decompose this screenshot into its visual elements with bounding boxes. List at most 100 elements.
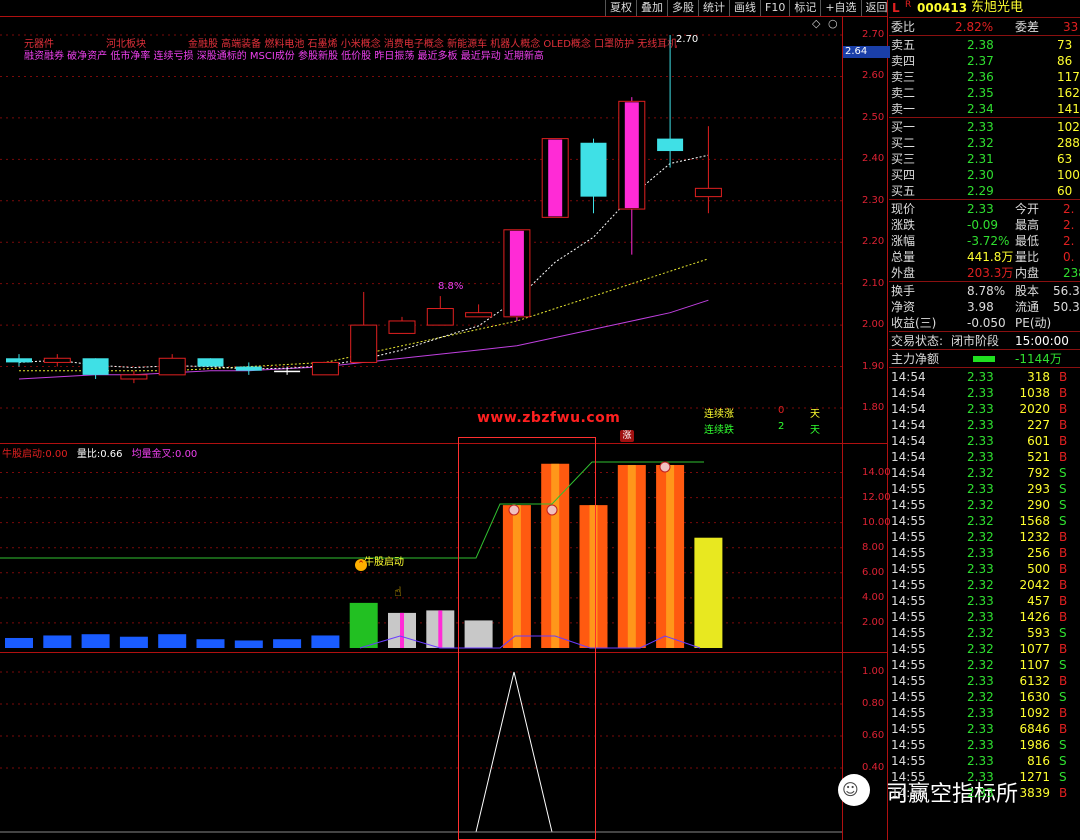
tick-row: 14:55 2.33 6132 B — [889, 673, 1080, 689]
tick-price: 2.33 — [967, 674, 994, 688]
stat-label: 最低 — [1015, 234, 1040, 248]
stats2-row: 净资 3.98 流通 50.3 — [889, 299, 1080, 315]
tick-volume: 1232 — [1019, 530, 1050, 544]
current-price-tag: 2.64 — [843, 46, 890, 58]
bid-row: 买二 2.32 288 — [889, 135, 1080, 151]
panel-separator — [889, 349, 1080, 350]
tick-price: 2.33 — [967, 450, 994, 464]
tick-direction: S — [1059, 658, 1067, 672]
circle-icon[interactable]: ○ — [828, 17, 838, 30]
volume-bar-shine — [627, 465, 636, 648]
volume-bar — [119, 636, 148, 648]
indicator-header: 牛股启动:0.00 量比:0.66 均量金叉:0.00 — [2, 445, 197, 460]
high-price-label: 2.70 — [676, 34, 699, 45]
tick-row: 14:54 2.33 2020 B — [889, 401, 1080, 417]
tick-price: 2.32 — [967, 466, 994, 480]
r-icon: R — [905, 0, 912, 10]
tick-row: 14:54 2.33 1038 B — [889, 385, 1080, 401]
tick-time: 14:55 — [891, 514, 926, 528]
ask-volume: 86 — [1057, 54, 1073, 68]
tick-volume: 227 — [1027, 418, 1050, 432]
junliang-value: 0.00 — [175, 449, 198, 460]
bid-label: 买四 — [891, 168, 916, 182]
volume-tick: 2.00 — [862, 616, 885, 628]
ask-label: 卖五 — [891, 38, 916, 52]
ask-row: 卖二 2.35 162 — [889, 85, 1080, 101]
tick-price: 2.33 — [967, 418, 994, 432]
streak-up-value: 0 — [778, 405, 785, 416]
tick-price: 2.33 — [967, 434, 994, 448]
lower-tick: 0.40 — [862, 762, 885, 773]
price-chart — [0, 34, 842, 833]
stat-label: 股本 — [1015, 284, 1040, 298]
tick-volume: 6846 — [1019, 722, 1050, 736]
candle-body — [509, 230, 524, 316]
stat-value: -3.72% — [967, 234, 1010, 248]
panel-separator — [889, 17, 1080, 18]
volume-bar — [81, 634, 110, 648]
tick-price: 2.33 — [967, 610, 994, 624]
tick-price: 2.33 — [967, 546, 994, 560]
tick-price: 2.33 — [967, 786, 994, 800]
tick-volume: 816 — [1027, 754, 1050, 768]
candle-body — [426, 308, 454, 326]
tick-row: 14:55 2.33 1426 B — [889, 609, 1080, 625]
tick-volume: 290 — [1027, 498, 1050, 512]
tick-time: 14:55 — [891, 546, 926, 560]
streak-down-value: 2 — [778, 421, 785, 432]
tick-price: 2.33 — [967, 770, 994, 784]
tick-direction: B — [1059, 418, 1068, 432]
bid-price: 2.30 — [967, 168, 994, 182]
tick-direction: S — [1059, 690, 1067, 704]
tick-volume: 3839 — [1019, 786, 1050, 800]
stock-name[interactable]: 东旭光电 — [971, 0, 1023, 16]
ask-label: 卖四 — [891, 54, 916, 68]
volume-bar — [311, 635, 340, 648]
tick-time: 14:55 — [891, 658, 926, 672]
price-tick: 1.80 — [862, 402, 885, 413]
stat-label: 现价 — [891, 202, 916, 216]
volume-bar — [158, 634, 187, 648]
candle-body — [82, 358, 109, 375]
volume-tick: 10.00 — [862, 516, 891, 528]
tick-row: 14:55 2.33 256 B — [889, 545, 1080, 561]
candle-body — [350, 324, 378, 363]
stat-label: 流通 — [1015, 300, 1040, 314]
volume-bar — [273, 639, 302, 648]
tick-time: 14:55 — [891, 530, 926, 544]
tick-row: 14:55 2.32 2042 B — [889, 577, 1080, 593]
price-tick: 2.10 — [862, 277, 885, 289]
tick-time: 14:54 — [891, 434, 926, 448]
tick-volume: 593 — [1027, 626, 1050, 640]
tick-direction: B — [1059, 450, 1068, 464]
tick-row: 14:55 2.33 500 B — [889, 561, 1080, 577]
bid-label: 买三 — [891, 152, 916, 166]
trade-status-time: 15:00:00 — [1015, 334, 1069, 348]
bid-price: 2.32 — [967, 136, 994, 150]
ask-price: 2.34 — [967, 102, 994, 116]
tick-time: 14:54 — [891, 386, 926, 400]
stat-label: 净资 — [891, 300, 916, 314]
bid-volume: 63 — [1057, 152, 1073, 166]
niugu-signal-icon: ⌃ — [355, 559, 367, 571]
tick-volume: 601 — [1027, 434, 1050, 448]
streak-up-label: 连续涨 — [704, 409, 734, 420]
tick-price: 2.32 — [967, 690, 994, 704]
tick-time: 14:56 — [891, 786, 926, 800]
tick-direction: B — [1059, 562, 1068, 576]
ask-volume: 162 — [1057, 86, 1080, 100]
wechat-icon: ☺ — [842, 780, 859, 799]
stat-value: 203.3万 — [967, 266, 1014, 280]
tick-row: 14:55 2.33 293 S — [889, 481, 1080, 497]
volume-bar-shine — [666, 465, 675, 648]
tick-volume: 1107 — [1019, 658, 1050, 672]
bid-row: 买三 2.31 63 — [889, 151, 1080, 167]
stock-code[interactable]: 000413 — [917, 0, 967, 16]
ask-price: 2.35 — [967, 86, 994, 100]
diamond-icon[interactable]: ◇ — [812, 17, 820, 30]
tick-volume: 457 — [1027, 594, 1050, 608]
lower-indicator-line — [0, 671, 704, 833]
stat-value: 2. — [1063, 234, 1075, 248]
weibi-row: 委比 2.82% 委差 33 — [889, 19, 1080, 35]
tick-time: 14:55 — [891, 578, 926, 592]
